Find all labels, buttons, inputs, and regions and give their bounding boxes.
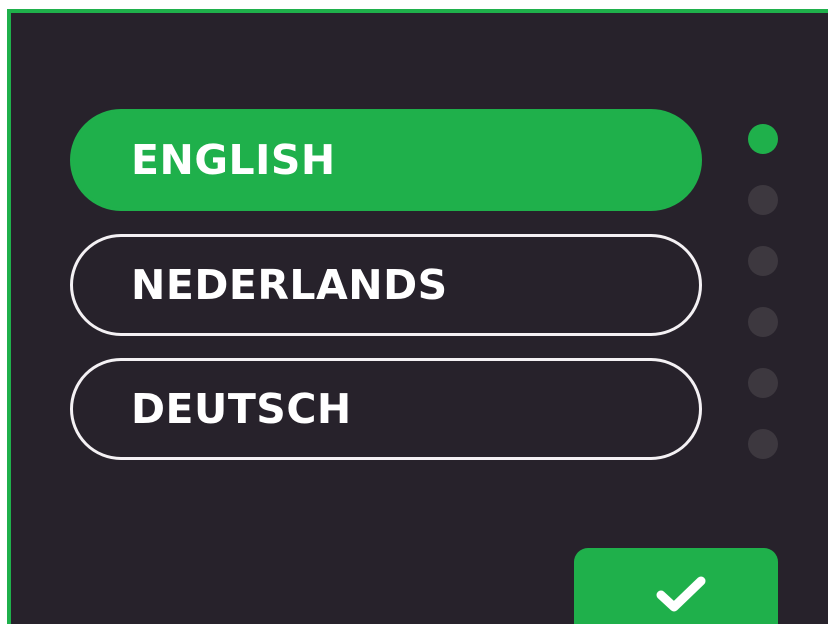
page-dot: [748, 307, 778, 337]
check-icon: [656, 576, 706, 612]
page-indicator: [748, 124, 778, 490]
language-selection-panel: ENGLISH NEDERLANDS DEUTSCH: [7, 9, 828, 624]
screen-frame: ENGLISH NEDERLANDS DEUTSCH: [0, 0, 828, 624]
language-option-nederlands[interactable]: NEDERLANDS: [70, 234, 702, 336]
language-option-label: ENGLISH: [131, 136, 336, 184]
page-dot: [748, 246, 778, 276]
language-option-label: DEUTSCH: [131, 385, 352, 433]
language-option-english[interactable]: ENGLISH: [70, 109, 702, 211]
confirm-button[interactable]: [574, 548, 778, 624]
page-dot: [748, 368, 778, 398]
page-dot: [748, 429, 778, 459]
page-dot: [748, 185, 778, 215]
language-option-deutsch[interactable]: DEUTSCH: [70, 358, 702, 460]
page-dot-active: [748, 124, 778, 154]
language-option-label: NEDERLANDS: [131, 261, 448, 309]
